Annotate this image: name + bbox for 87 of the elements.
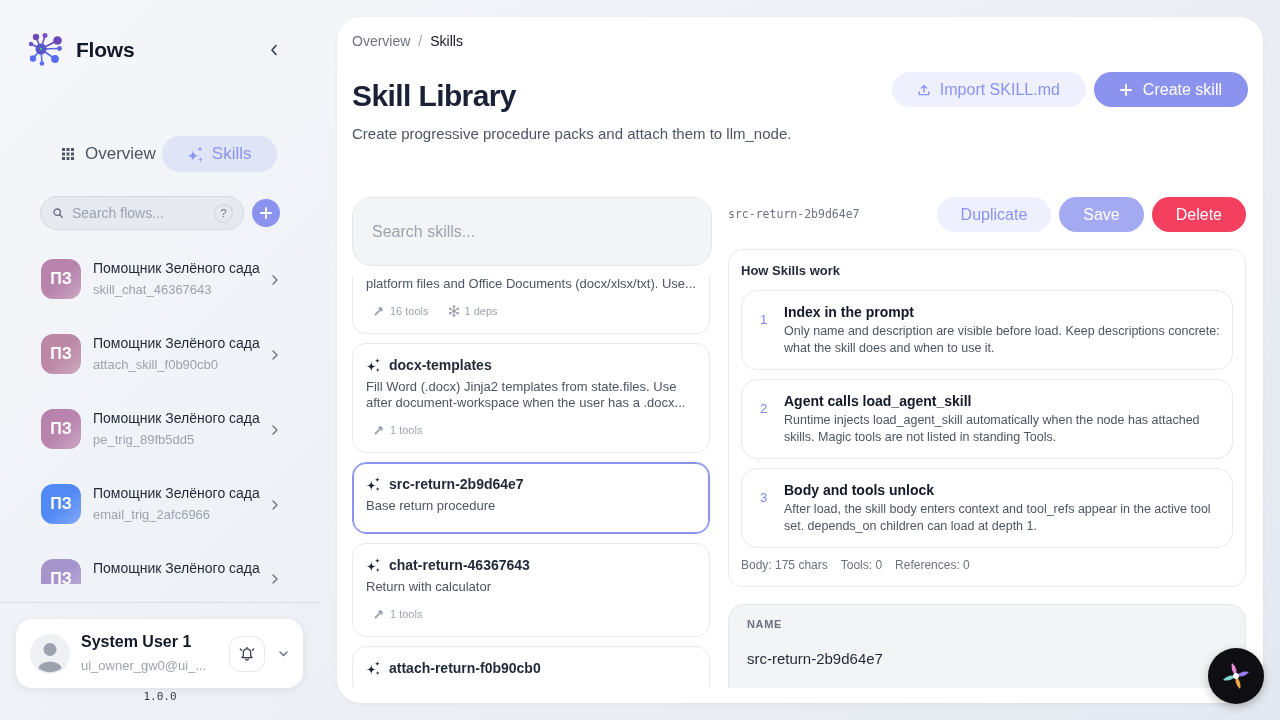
- flow-id: attach_skill_f0b90cb0: [93, 356, 219, 374]
- step-description: Only name and description are visible before load. Keep descriptions concrete: what the skill does and when to use it.: [784, 323, 1220, 357]
- notifications-button[interactable]: [229, 635, 265, 672]
- chevron-right-icon[interactable]: [272, 424, 278, 435]
- tool-count: 1 tools: [390, 607, 423, 621]
- breadcrumb-link[interactable]: Overview: [352, 30, 411, 52]
- flow-id: pe_trig_89fb5dd5: [93, 431, 195, 449]
- sparkle-icon: [366, 558, 380, 572]
- flow-avatar: ПЗ: [41, 484, 81, 524]
- step-number: 1: [760, 312, 768, 327]
- step-title: Body and tools unlock: [784, 481, 935, 500]
- chevron-right-icon[interactable]: [272, 499, 278, 510]
- sparkle-icon: [366, 358, 380, 372]
- skill-description: Fill Word (.docx) Jinja2 templates from state.files. Use after document-workspace when the user has a .docx...: [366, 379, 687, 411]
- chevron-right-icon[interactable]: [272, 574, 278, 584]
- version-label: 1.0.0: [143, 690, 177, 704]
- page-title: Skill Library: [352, 78, 516, 114]
- step-description: After load, the skill body enters context and tool_refs appear in the active tool set. depends_on children can load at depth 1.: [784, 501, 1212, 535]
- pinwheel-icon: [1221, 661, 1251, 691]
- skill-name: src-return-2b9d64e7: [389, 475, 524, 494]
- hammer-icon: [374, 425, 384, 435]
- info-card-title: How Skills work: [741, 262, 840, 280]
- stat-text: Body: 175 chars: [741, 557, 828, 573]
- step-title: Index in the prompt: [784, 303, 914, 322]
- hammer-icon: [374, 609, 384, 619]
- dependency-count: 1 deps: [464, 304, 498, 318]
- skill-name: chat-return-46367643: [389, 556, 530, 575]
- search-field[interactable]: Search flows... ?: [40, 196, 244, 230]
- breadcrumb-current: Skills: [430, 31, 463, 51]
- grid-icon: [62, 148, 74, 160]
- skill-slug: src-return-2b9d64e7: [728, 205, 860, 223]
- upload-icon: [917, 83, 930, 96]
- nav-tab[interactable]: Overview: [50, 136, 161, 172]
- name-field[interactable]: NAME src-return-2b9d64e7: [728, 604, 1246, 688]
- nodes-icon: [447, 305, 460, 317]
- sparkle-icon: [366, 661, 380, 675]
- skill-card[interactable]: attach-return-f0b90cb0: [352, 646, 710, 688]
- stat-text: References: 0: [895, 557, 970, 573]
- skill-card[interactable]: platform files and Office Documents (docx/xlsx/txt). Use... 16 tools 1 deps: [352, 276, 710, 334]
- flow-id: email_trig_2afc6966: [93, 506, 211, 524]
- skill-card[interactable]: docx-templates Fill Word (.docx) Jinja2 templates from state.files. Use after document-workspace when the user has a .docx... 1 tools: [352, 343, 710, 453]
- app-title: Flows: [76, 36, 135, 63]
- flow-avatar: ПЗ: [41, 334, 81, 374]
- flow-title[interactable]: Помощник Зелёного сада: [93, 258, 260, 278]
- node-network-logo-icon: [28, 32, 64, 67]
- search-field[interactable]: Search skills...: [352, 197, 712, 266]
- user-email: ui_owner_gw0@ui_...: [81, 656, 207, 675]
- flow-title[interactable]: Помощник Зелёного сада: [93, 558, 260, 578]
- flow-title[interactable]: Помощник Зелёного сада: [93, 333, 260, 353]
- tool-count: 16 tools: [390, 304, 429, 318]
- skill-description: Return with calculator: [366, 579, 491, 595]
- skill-card[interactable]: src-return-2b9d64e7 Base return procedure: [352, 462, 710, 534]
- delete-button[interactable]: Delete: [1151, 197, 1246, 232]
- flow-avatar: ПЗ: [41, 409, 81, 449]
- breadcrumb-separator: /: [418, 31, 423, 51]
- hammer-icon: [374, 306, 384, 316]
- skill-name: attach-return-f0b90cb0: [389, 659, 541, 678]
- chevron-right-icon[interactable]: [272, 349, 278, 360]
- sparkle-icon: [366, 477, 380, 491]
- skill-name: docx-templates: [389, 356, 492, 375]
- add-flow-button[interactable]: [252, 199, 280, 227]
- sparkle-icon: [186, 146, 203, 162]
- step-number: 3: [760, 490, 768, 505]
- chevron-left-icon[interactable]: [270, 43, 278, 56]
- stat-text: Tools: 0: [840, 557, 883, 573]
- tool-count: 1 tools: [390, 423, 423, 437]
- flow-title[interactable]: Помощник Зелёного сада: [93, 483, 260, 503]
- search-icon: [53, 208, 63, 218]
- user-avatar-icon: [30, 633, 70, 674]
- bell-icon: [239, 645, 255, 662]
- plus-icon: [1119, 83, 1132, 96]
- page-subtitle: Create progressive procedure packs and attach them to llm_node.: [352, 124, 792, 144]
- flow-avatar: ПЗ: [41, 259, 81, 299]
- flow-avatar: ПЗ: [41, 559, 81, 584]
- step-number: 2: [760, 401, 768, 416]
- plus-icon: [260, 207, 272, 219]
- skill-description: Base return procedure: [366, 498, 496, 514]
- skill-description: platform files and Office Documents (docx/xlsx/txt). Use...: [366, 276, 696, 292]
- skill-card[interactable]: chat-return-46367643 Return with calculator 1 tools: [352, 543, 710, 637]
- step-description: Runtime injects load_agent_skill automatically when the node has attached skills. Magic tools are not listed in standing Tools.: [784, 412, 1201, 446]
- step-title: Agent calls load_agent_skill: [784, 392, 972, 411]
- flow-title[interactable]: Помощник Зелёного сада: [93, 408, 260, 428]
- chevron-down-icon[interactable]: [279, 650, 288, 657]
- chevron-right-icon[interactable]: [272, 274, 278, 285]
- field-label: NAME: [747, 617, 783, 632]
- user-name: System User 1: [81, 631, 192, 652]
- flow-id: skill_chat_46367643: [93, 281, 212, 299]
